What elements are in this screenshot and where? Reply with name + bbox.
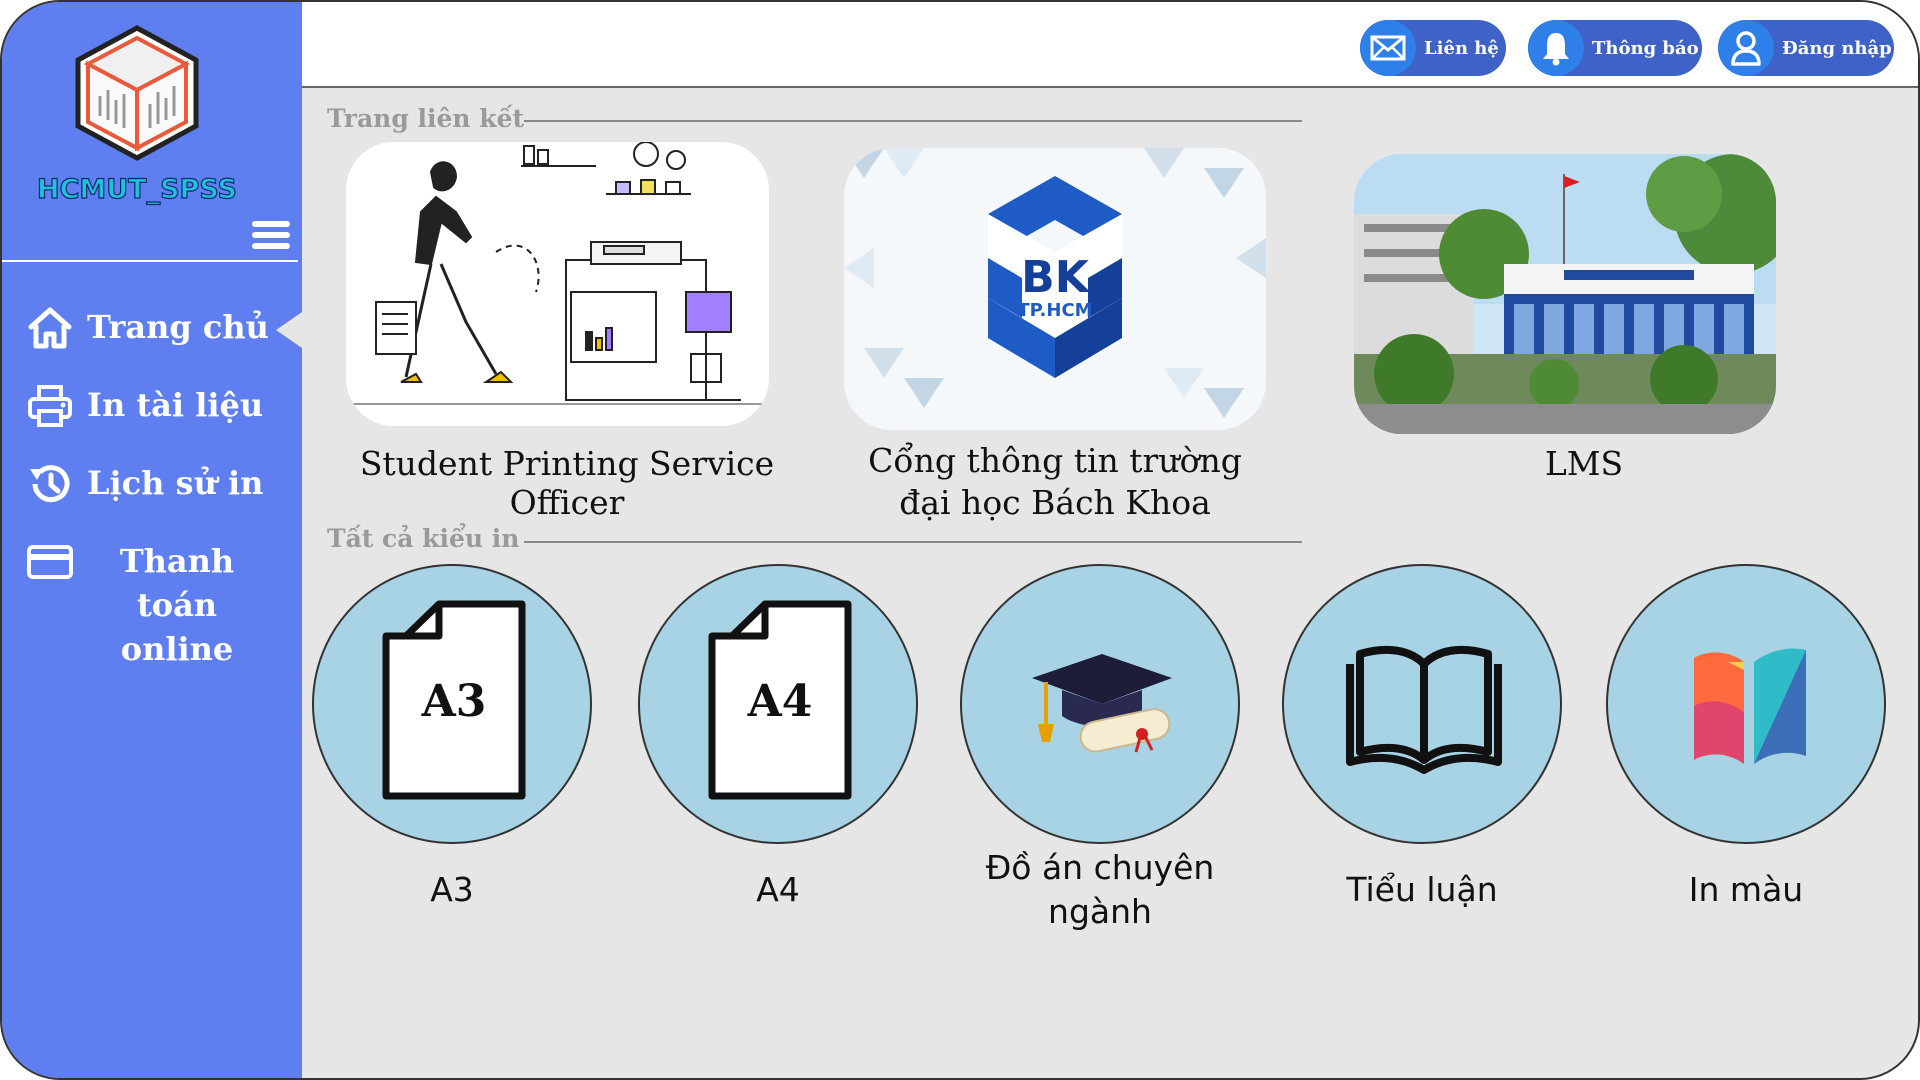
sidebar-item-label: Trang chủ (87, 308, 269, 346)
link-card-bk-portal[interactable]: BK TP.HCM (844, 148, 1266, 430)
contact-button[interactable]: Liên hệ (1360, 20, 1506, 76)
contact-label: Liên hệ (1424, 37, 1499, 59)
notifications-button[interactable]: Thông báo (1528, 20, 1702, 76)
sidebar-item-print-history[interactable]: Lịch sử in (27, 461, 263, 507)
link-card-caption: Cổng thông tin trường đại học Bách Khoa (844, 440, 1266, 524)
print-type-label: Tiểu luận (1346, 870, 1498, 909)
sidebar: HCMUT_SPSS Trang chủ In tài liệu Lịch sử… (2, 2, 302, 1078)
sidebar-item-label: Thanh toán online (119, 542, 235, 668)
sidebar-item-label: In tài liệu (87, 386, 264, 424)
print-type-color[interactable] (1606, 564, 1886, 844)
history-icon (30, 465, 70, 503)
sidebar-item-print-document[interactable]: In tài liệu (27, 383, 263, 429)
a4-icon-text: A4 (747, 676, 813, 727)
sidebar-divider (2, 260, 298, 262)
print-type-label: Đồ án chuyên ngành (950, 846, 1250, 934)
top-header: Liên hệ Thông báo Đăng nhập (302, 2, 1918, 88)
link-card-caption: Student Printing Service Officer (359, 444, 775, 522)
sidebar-item-online-payment[interactable]: Thanh toán online (27, 539, 267, 671)
color-book-icon (1694, 648, 1806, 764)
link-card-lms[interactable] (1354, 154, 1776, 434)
print-type-major-project[interactable] (960, 564, 1240, 844)
campus-building-photo (1354, 154, 1776, 434)
section-divider (524, 541, 1302, 543)
printer-icon (28, 385, 72, 427)
link-card-caption: LMS (1544, 444, 1624, 483)
print-type-essay[interactable] (1282, 564, 1562, 844)
printing-illustration-image (346, 142, 769, 405)
a3-icon-text: A3 (421, 676, 487, 727)
print-type-a4[interactable]: A4 (638, 564, 918, 844)
login-button[interactable]: Đăng nhập (1718, 20, 1894, 76)
links-section-title: Trang liên kết (327, 104, 525, 133)
print-type-label: A3 (430, 870, 474, 909)
section-divider (524, 120, 1302, 122)
credit-card-icon (27, 545, 73, 579)
login-label: Đăng nhập (1782, 37, 1892, 59)
print-type-label: In màu (1688, 870, 1804, 909)
link-card-spso[interactable] (346, 142, 769, 426)
mail-icon (1360, 20, 1416, 76)
label-line: Đồ án chuyên (985, 848, 1215, 887)
caption-line: đại học Bách Khoa (899, 483, 1211, 522)
bk-logo-text: BK (1021, 252, 1089, 303)
hamburger-menu-icon[interactable] (252, 220, 290, 250)
graduation-cap-icon (1032, 654, 1172, 753)
open-book-icon (1346, 645, 1502, 774)
sidebar-item-label: Lịch sử in (87, 464, 264, 502)
brand-name: HCMUT_SPSS (36, 173, 238, 205)
home-icon (28, 307, 72, 349)
types-section-title: Tất cả kiểu in (327, 524, 520, 553)
caption-line: Cổng thông tin trường (868, 441, 1242, 480)
app-window: HCMUT_SPSS Trang chủ In tài liệu Lịch sử… (0, 0, 1920, 1080)
notifications-label: Thông báo (1592, 37, 1699, 59)
print-type-a3[interactable]: A3 (312, 564, 592, 844)
sidebar-item-home[interactable]: Trang chủ (27, 305, 269, 351)
bell-icon (1528, 20, 1584, 76)
label-line: ngành (1048, 892, 1152, 931)
active-indicator (276, 312, 302, 348)
print-type-label: A4 (756, 870, 800, 909)
app-logo-icon (75, 25, 199, 161)
bk-logo-subtext: TP.HCM (1017, 300, 1093, 321)
user-icon (1718, 20, 1774, 76)
